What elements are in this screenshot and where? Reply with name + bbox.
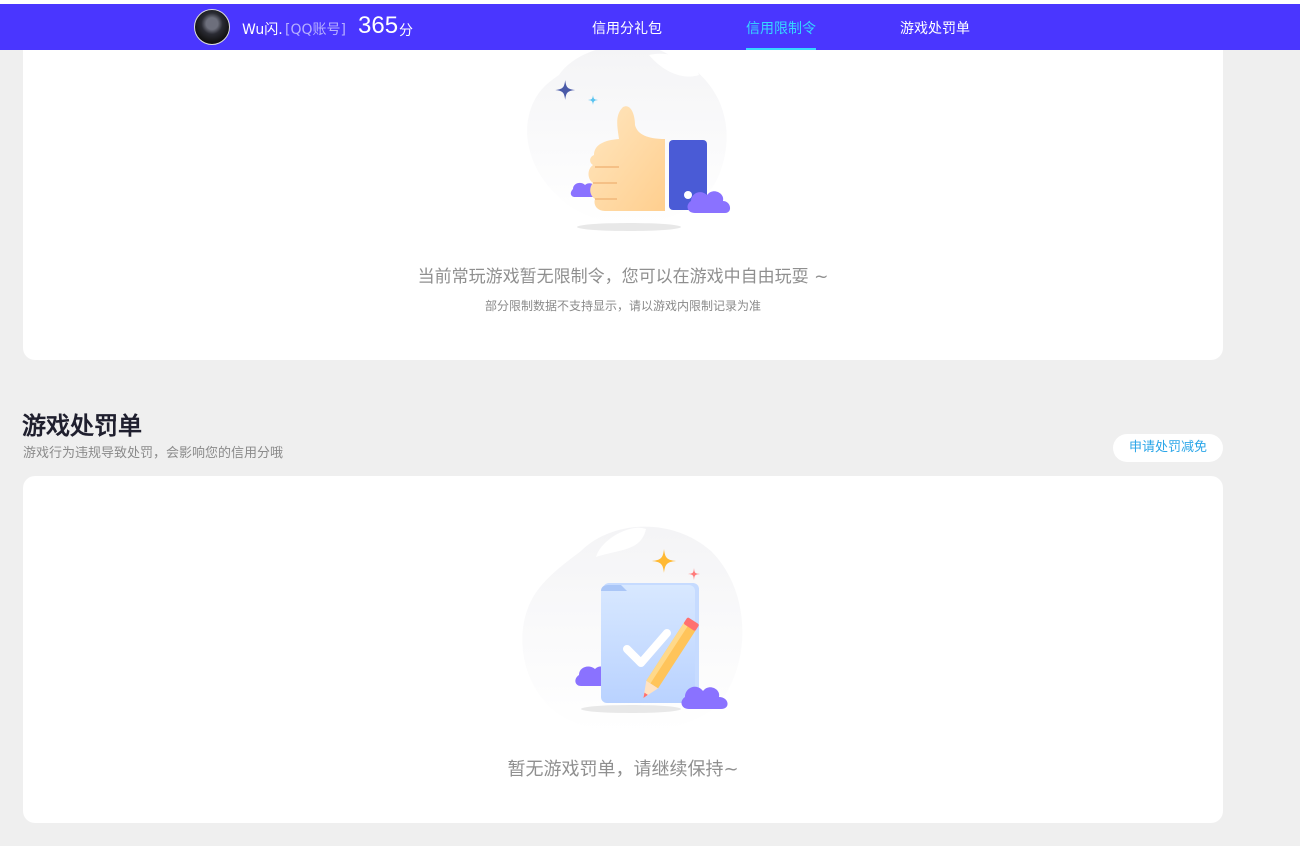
tab-credit-gift[interactable]: 信用分礼包 bbox=[592, 18, 662, 50]
penalty-empty-text: 暂无游戏罚单，请继续保持~ bbox=[507, 759, 739, 780]
restriction-note: 部分限制数据不支持显示，请以游戏内限制记录为准 bbox=[484, 299, 761, 313]
apply-penalty-reduction-button[interactable]: 申请处罚减免 bbox=[1113, 434, 1223, 462]
account-type-label: [QQ账号] bbox=[285, 22, 346, 38]
user-name: Wu闪. bbox=[242, 22, 283, 38]
section-description: 游戏行为违规导致处罚，会影响您的信用分哦 bbox=[23, 446, 284, 461]
penalty-card: 暂无游戏罚单，请继续保持~ bbox=[23, 476, 1223, 823]
section-title: 游戏处罚单 bbox=[22, 412, 142, 440]
restriction-card: 当前常玩游戏暂无限制令，您可以在游戏中自由玩耍 ~ 部分限制数据不支持显示，请以… bbox=[23, 20, 1223, 360]
avatar[interactable] bbox=[194, 9, 230, 45]
credit-score: 365 bbox=[358, 12, 399, 39]
top-nav-bar: Wu闪. [QQ账号] 365 分 信用分礼包 信用限制令 游戏处罚单 bbox=[0, 4, 1300, 50]
restriction-empty-text: 当前常玩游戏暂无限制令，您可以在游戏中自由玩耍 ~ bbox=[417, 267, 829, 287]
tab-game-penalty[interactable]: 游戏处罚单 bbox=[900, 18, 970, 50]
tab-credit-restriction[interactable]: 信用限制令 bbox=[746, 18, 816, 50]
clipboard-check-icon bbox=[522, 526, 743, 733]
thumbs-up-icon bbox=[527, 44, 731, 231]
score-unit: 分 bbox=[399, 23, 413, 39]
